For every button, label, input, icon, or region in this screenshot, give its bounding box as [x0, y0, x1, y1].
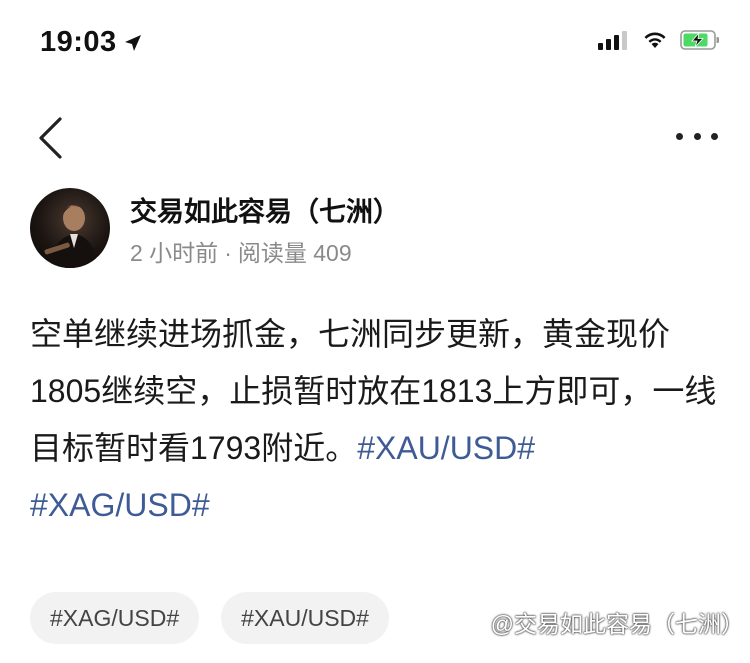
post-meta: 2 小时前 · 阅读量 409 [130, 234, 352, 268]
clock: 19:03 [40, 26, 117, 58]
battery-charging-icon [680, 30, 719, 50]
meta-separator: · [224, 240, 232, 266]
hashtag-xag-usd[interactable]: #XAG/USD# [30, 487, 210, 523]
cellular-signal-icon [598, 30, 630, 50]
author-name[interactable]: 交易如此容易（七洲） [130, 190, 400, 229]
time-ago: 2 小时前 [130, 240, 219, 266]
watermark: @交易如此容易（七洲） [465, 605, 744, 639]
more-horizontal-icon[interactable] [676, 126, 718, 146]
status-icons [598, 30, 720, 50]
watermark-text: @交易如此容易（七洲） [490, 611, 744, 637]
weibo-logo-icon [466, 614, 487, 631]
status-time: 19:03 [40, 26, 143, 59]
tag-chip-xau-usd[interactable]: #XAU/USD# [221, 592, 389, 644]
tag-chips: #XAG/USD# #XAU/USD# [30, 592, 411, 644]
post-body: 空单继续进场抓金，七洲同步更新，黄金现价1805继续空，止损暂时放在1813上方… [30, 306, 720, 534]
hashtag-xau-usd[interactable]: #XAU/USD# [357, 430, 535, 466]
status-bar: 19:03 [0, 0, 750, 88]
read-count: 阅读量 409 [237, 240, 352, 266]
wifi-icon [644, 32, 666, 48]
tag-chip-xag-usd[interactable]: #XAG/USD# [30, 592, 200, 644]
location-arrow-icon [124, 34, 141, 51]
avatar[interactable] [30, 188, 110, 268]
chevron-left-icon[interactable] [36, 116, 64, 160]
